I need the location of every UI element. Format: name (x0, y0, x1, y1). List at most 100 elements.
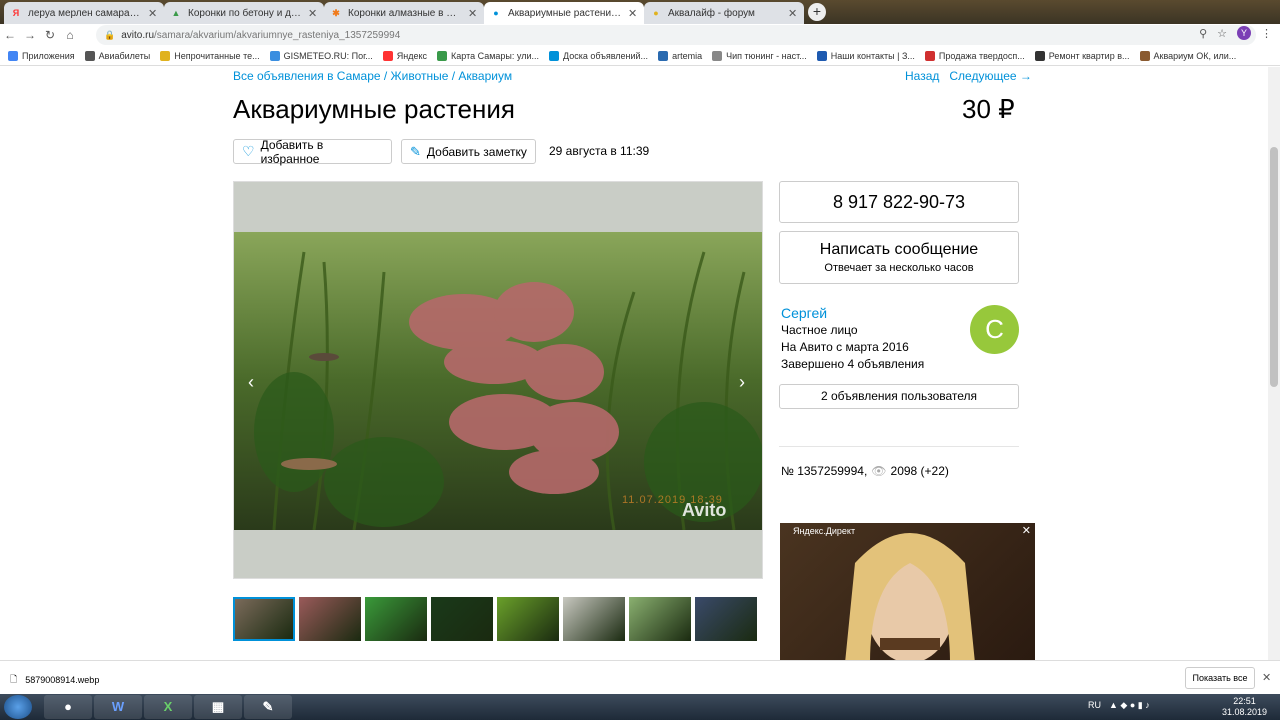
bookmark-icon (160, 50, 171, 61)
bookmark-label: Яндекс (396, 50, 428, 61)
scroll-thumb[interactable] (1270, 147, 1278, 387)
tab-koronki-beton[interactable]: ▲ Коронки по бетону и другим ма ✕ (164, 2, 324, 24)
seller-name[interactable]: Сергей (781, 305, 924, 322)
write-message-button[interactable]: Написать сообщение Отвечает за несколько… (779, 231, 1019, 284)
zoom-icon[interactable]: ⚲ (1199, 27, 1207, 40)
forum-icon: ● (653, 8, 659, 18)
close-icon[interactable]: ✕ (628, 7, 638, 20)
plane-icon (84, 50, 95, 61)
avatar[interactable]: С (970, 305, 1019, 354)
menu-icon[interactable]: ⋮ (1261, 27, 1272, 40)
profile-avatar[interactable]: Y (1237, 26, 1251, 40)
reload-icon[interactable]: ↻ (40, 28, 60, 42)
tab-koronki-almaz[interactable]: ✱ Коронки алмазные в Самаре — ✕ (324, 2, 484, 24)
back-arrow-icon[interactable]: ← (0, 28, 20, 42)
map-icon (437, 50, 448, 61)
close-icon[interactable]: ✕ (1022, 524, 1031, 537)
home-icon[interactable]: ⌂ (60, 28, 80, 42)
triangle-icon: ▲ (171, 8, 181, 18)
photo-gallery[interactable]: ‹ › 11.07.2019 18:39 Avito (233, 181, 763, 579)
language-indicator[interactable]: RU (1088, 700, 1101, 711)
scrollbar[interactable] (1268, 67, 1280, 660)
close-icon[interactable]: ✕ (1262, 671, 1271, 684)
date-display: 31.08.2019 (1222, 707, 1268, 717)
ad-id: № 1357259994, (781, 464, 868, 478)
thumbnail[interactable] (497, 597, 559, 641)
tab-title: Коронки алмазные в Самаре — (348, 7, 462, 19)
bookmark-item[interactable]: Наши контакты | З... (816, 50, 915, 61)
tab-aqualife[interactable]: ● Аквалайф - форум ✕ (644, 2, 804, 24)
word-taskbar-icon[interactable]: W (94, 695, 142, 719)
chrome-taskbar-icon[interactable]: ● (44, 695, 92, 719)
address-bar[interactable]: 🔒 avito.ru/samara/akvarium/akvariumnye_r… (96, 25, 1256, 45)
thumbnail[interactable] (629, 597, 691, 641)
close-icon[interactable]: ✕ (308, 7, 318, 20)
download-item[interactable]: 🗋 5879008914.webp (10, 672, 99, 688)
close-icon[interactable]: ✕ (148, 7, 158, 20)
clock[interactable]: 22:51 31.08.2019 (1222, 696, 1267, 718)
add-favorite-label: Добавить в избранное (260, 137, 324, 166)
bookmark-item[interactable]: Яндекс (382, 50, 428, 61)
phone-button[interactable]: 8 917 822-90-73 (779, 181, 1019, 223)
ad-image (845, 533, 975, 660)
windows-start-button[interactable] (4, 695, 32, 719)
add-note-button[interactable]: ✎ Добавить заметку (401, 139, 536, 164)
tab-title: леруа мерлен самара — Яндекс (28, 7, 142, 19)
close-icon[interactable]: ✕ (788, 7, 798, 20)
bookmark-label: Приложения (22, 50, 75, 61)
user-ads-button[interactable]: 2 объявления пользователя (779, 384, 1019, 409)
star-icon[interactable]: ☆ (1217, 27, 1227, 40)
tab-title: Аквариумные растения - купит (508, 7, 622, 19)
tray-icons[interactable]: ▲ ◆ ● ▮ ♪ (1109, 700, 1150, 711)
tab-yandex[interactable]: Я леруа мерлен самара — Яндекс ✕ (4, 2, 164, 24)
new-tab-button[interactable]: + (808, 3, 826, 21)
asterisk-icon: ✱ (332, 7, 340, 18)
bookmark-item[interactable]: Продажа твердосп... (924, 50, 1025, 61)
bookmark-item[interactable]: Чип тюнинг - наст... (712, 50, 807, 61)
bookmark-item[interactable]: artemia (658, 50, 702, 61)
back-link[interactable]: Назад (905, 69, 939, 83)
forward-arrow-icon[interactable]: → (20, 28, 40, 42)
thumbnail[interactable] (563, 597, 625, 641)
avito-watermark: Avito (682, 500, 727, 520)
drop-icon (269, 50, 280, 61)
page-title: Аквариумные растения (233, 94, 515, 124)
add-favorite-button[interactable]: ♡ Добавить в избранное (233, 137, 392, 166)
prev-arrow-icon[interactable]: ‹ (248, 372, 254, 393)
thumbnail[interactable] (431, 597, 493, 641)
thumbnail[interactable] (695, 597, 757, 641)
show-all-downloads-button[interactable]: Показать все (1185, 667, 1255, 689)
breadcrumb[interactable]: Все объявления в Самаре / Животные / Акв… (233, 69, 512, 83)
page-content: Все объявления в Самаре / Животные / Акв… (0, 67, 1268, 660)
thumbnail[interactable] (299, 597, 361, 641)
bookmark-item[interactable]: Авиабилеты (84, 50, 150, 61)
avito-icon (549, 50, 559, 61)
arrow-icon (924, 50, 935, 61)
excel-taskbar-icon[interactable]: X (144, 695, 192, 719)
close-icon[interactable]: ✕ (468, 7, 478, 20)
eye-icon: 👁 (871, 464, 887, 478)
bookmark-label: GISMETEO.RU: Пог... (283, 50, 373, 61)
ad-stats: № 1357259994, 👁 2098 (+22) (781, 464, 949, 478)
bookmark-item[interactable]: Доска объявлений... (549, 50, 648, 61)
apps-icon (8, 50, 18, 61)
bookmark-item[interactable]: Ремонт квартир в... (1034, 50, 1130, 61)
lock-icon: 🔒 (104, 29, 116, 40)
tab-avito-active[interactable]: ● Аквариумные растения - купит ✕ (484, 2, 644, 24)
thumbnail[interactable] (365, 597, 427, 641)
bookmark-label: Ремонт квартир в... (1048, 50, 1130, 61)
next-arrow-icon[interactable]: › (739, 372, 745, 393)
bookmark-item[interactable]: Непрочитанные те... (160, 50, 260, 61)
thumbnail[interactable] (233, 597, 295, 641)
bookmark-item[interactable]: Приложения (8, 50, 75, 61)
ad-banner[interactable]: Яндекс.Директ ✕ (780, 523, 1035, 660)
browser-toolbar: ← → ↻ ⌂ 🔒 avito.ru/samara/akvarium/akvar… (0, 24, 1280, 46)
calculator-taskbar-icon[interactable]: ▦ (194, 695, 242, 719)
next-link[interactable]: Следующее → (949, 69, 1032, 83)
seller-since: На Авито с марта 2016 (781, 340, 909, 354)
time: 22:51 (1233, 696, 1256, 706)
paint-taskbar-icon[interactable]: ✎ (244, 695, 292, 719)
bookmark-item[interactable]: Аквариум ОК, или... (1139, 50, 1236, 61)
bookmark-item[interactable]: Карта Самары: ули... (437, 50, 539, 61)
bookmark-item[interactable]: GISMETEO.RU: Пог... (269, 50, 373, 61)
